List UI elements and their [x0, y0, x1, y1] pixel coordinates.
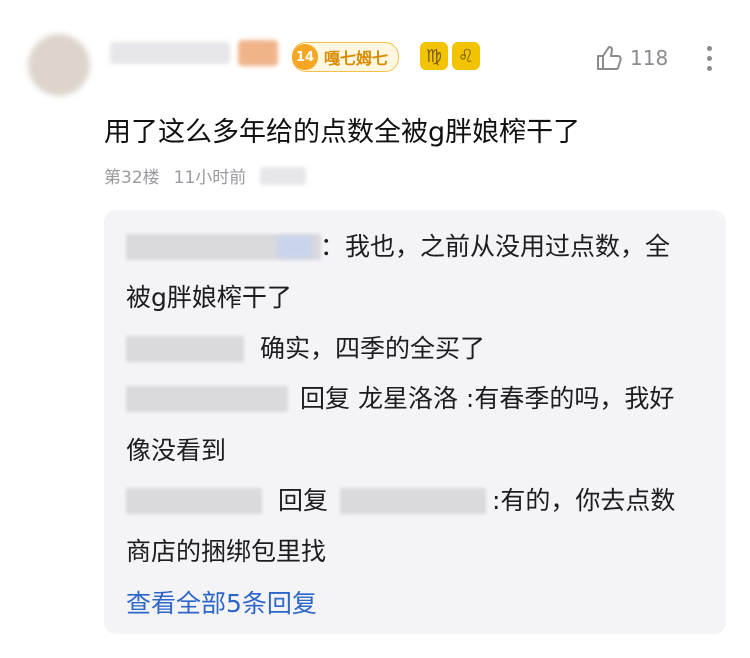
leo-icon: ♌: [452, 42, 480, 70]
reply-text-3-cont: 像没看到: [126, 436, 227, 465]
floor-number: 第32楼: [104, 168, 160, 188]
reply-text-2: 确实，四季的全买了: [260, 334, 486, 363]
reply-author-4[interactable]: [126, 488, 262, 514]
like-count: 118: [630, 46, 669, 70]
post-time: 11小时前: [173, 168, 247, 188]
avatar[interactable]: [28, 34, 90, 96]
virgo-icon: ♍: [420, 42, 448, 70]
view-all-replies-link[interactable]: 查看全部5条回复: [126, 584, 317, 620]
location-redacted: [260, 166, 307, 185]
dot: [706, 55, 712, 61]
like-button[interactable]: 118: [594, 38, 668, 78]
dot: [706, 45, 712, 51]
level-number: 14: [292, 44, 318, 70]
reply-text-1: ：我也，之前从没用过点数，全: [320, 232, 671, 261]
comment-text: 用了这么多年给的点数全被g胖娘榨干了: [104, 117, 581, 148]
reply-author-3[interactable]: [126, 386, 288, 412]
dot: [706, 65, 712, 71]
reply-text-4a: 回复: [278, 486, 329, 515]
reply-text-1-cont: 被g胖娘榨干了: [126, 283, 292, 312]
user-badge-icon: [278, 236, 312, 258]
reply-mention-4[interactable]: [340, 488, 486, 514]
comment-meta: 第32楼 11小时前: [104, 163, 307, 188]
username[interactable]: [110, 40, 280, 66]
reply-text-4b: :有的，你去点数: [492, 486, 676, 515]
reply-author-2[interactable]: [126, 336, 244, 362]
reply-list: [104, 210, 726, 634]
level-badge[interactable]: 14 嘎七姆七: [292, 42, 400, 72]
thumbs-up-icon: [597, 46, 622, 70]
reply-text-3: 回复 龙星洛洛 :有春季的吗，我好: [300, 384, 675, 413]
reply-text-4-cont: 商店的捆绑包里找: [126, 537, 327, 566]
level-title: 嘎七姆七: [324, 49, 389, 68]
more-options-button[interactable]: [696, 40, 722, 76]
